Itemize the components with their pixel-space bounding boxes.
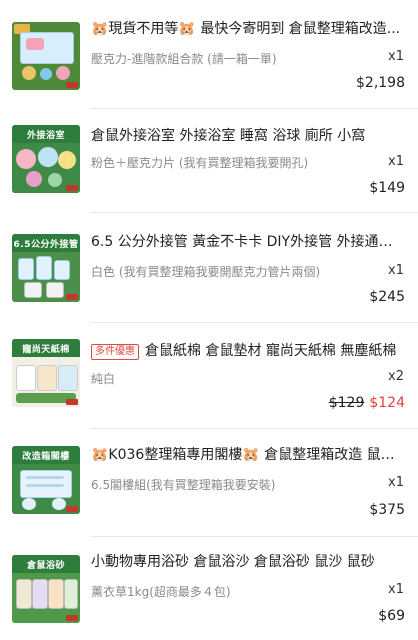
product-title[interactable]: 倉鼠外接浴室 外接浴室 睡窩 浴球 廁所 小窩 (91, 127, 405, 145)
product-thumbnail[interactable]: 倉鼠浴砂 (12, 555, 80, 623)
product-title[interactable]: 多件優惠 倉鼠紙棉 倉鼠墊材 寵尚天紙棉 無塵紙棉 (91, 342, 405, 360)
divider (91, 108, 418, 109)
thumbnail-label: 改造箱閣樓 (12, 446, 80, 464)
product-variant: 薰衣草1kg(超商最多４包) (91, 585, 231, 599)
thumbnail-label: 寵尚天紙棉 (12, 339, 80, 357)
product-thumbnail[interactable]: 外接浴室 (12, 125, 80, 193)
product-title[interactable]: 🐹K036整理箱專用閣樓🐹 倉鼠整理箱改造 鼠籠... (91, 446, 405, 464)
divider (91, 536, 418, 537)
product-quantity: x2 (388, 369, 404, 384)
product-thumbnail[interactable]: 改造箱閣樓 (12, 446, 80, 514)
product-quantity: x1 (388, 263, 404, 278)
product-title[interactable]: 小動物專用浴砂 倉鼠浴沙 倉鼠浴砂 鼠沙 鼠砂 (91, 553, 405, 571)
product-thumbnail[interactable]: 6.5公分外接管 (12, 234, 80, 302)
product-thumbnail[interactable] (12, 22, 80, 90)
product-title[interactable]: 🐹現貨不用等🐹 最快今寄明到 倉鼠整理箱改造... (91, 20, 405, 38)
product-variant: 6.5閣樓組(我有買整理箱我要安裝) (91, 478, 276, 492)
product-price: $2,198 (356, 75, 405, 91)
product-variant: 粉色＋壓克力片 (我有買整理箱我要開孔) (91, 156, 309, 170)
product-price: $69 (378, 608, 405, 624)
sale-price: $149 (369, 180, 405, 196)
product-price: $375 (369, 502, 405, 518)
product-quantity: x1 (388, 582, 404, 597)
divider (91, 428, 418, 429)
product-quantity: x1 (388, 49, 404, 64)
product-quantity: x1 (388, 154, 404, 169)
thumbnail-label: 6.5公分外接管 (12, 234, 80, 252)
thumbnail-label: 外接浴室 (12, 125, 80, 143)
product-price: $129 $124 (329, 395, 405, 411)
product-variant: 白色 (我有買整理箱我要開壓克力管片兩個) (91, 265, 321, 279)
product-price: $149 (369, 180, 405, 196)
product-quantity: x1 (388, 475, 404, 490)
product-title-text: 倉鼠紙棉 倉鼠墊材 寵尚天紙棉 無塵紙棉 (145, 343, 397, 359)
sale-price: $245 (369, 289, 405, 305)
promo-tag: 多件優惠 (91, 344, 139, 360)
product-title[interactable]: 6.5 公分外接管 黃金不卡卡 DIY外接管 外接通道... (91, 233, 405, 251)
sale-price: $69 (378, 608, 405, 624)
divider (91, 212, 418, 213)
thumbnail-label: 倉鼠浴砂 (12, 555, 80, 573)
product-variant: 純白 (91, 372, 116, 386)
product-price: $245 (369, 289, 405, 305)
sale-price: $375 (369, 502, 405, 518)
product-thumbnail[interactable]: 寵尚天紙棉 (12, 339, 80, 407)
product-variant: 壓克力-進階款組合款 (請一箱一單) (91, 52, 277, 66)
original-price: $129 (328, 395, 365, 411)
sale-price: $2,198 (356, 75, 405, 91)
divider (91, 322, 418, 323)
sale-price: $124 (369, 395, 405, 411)
